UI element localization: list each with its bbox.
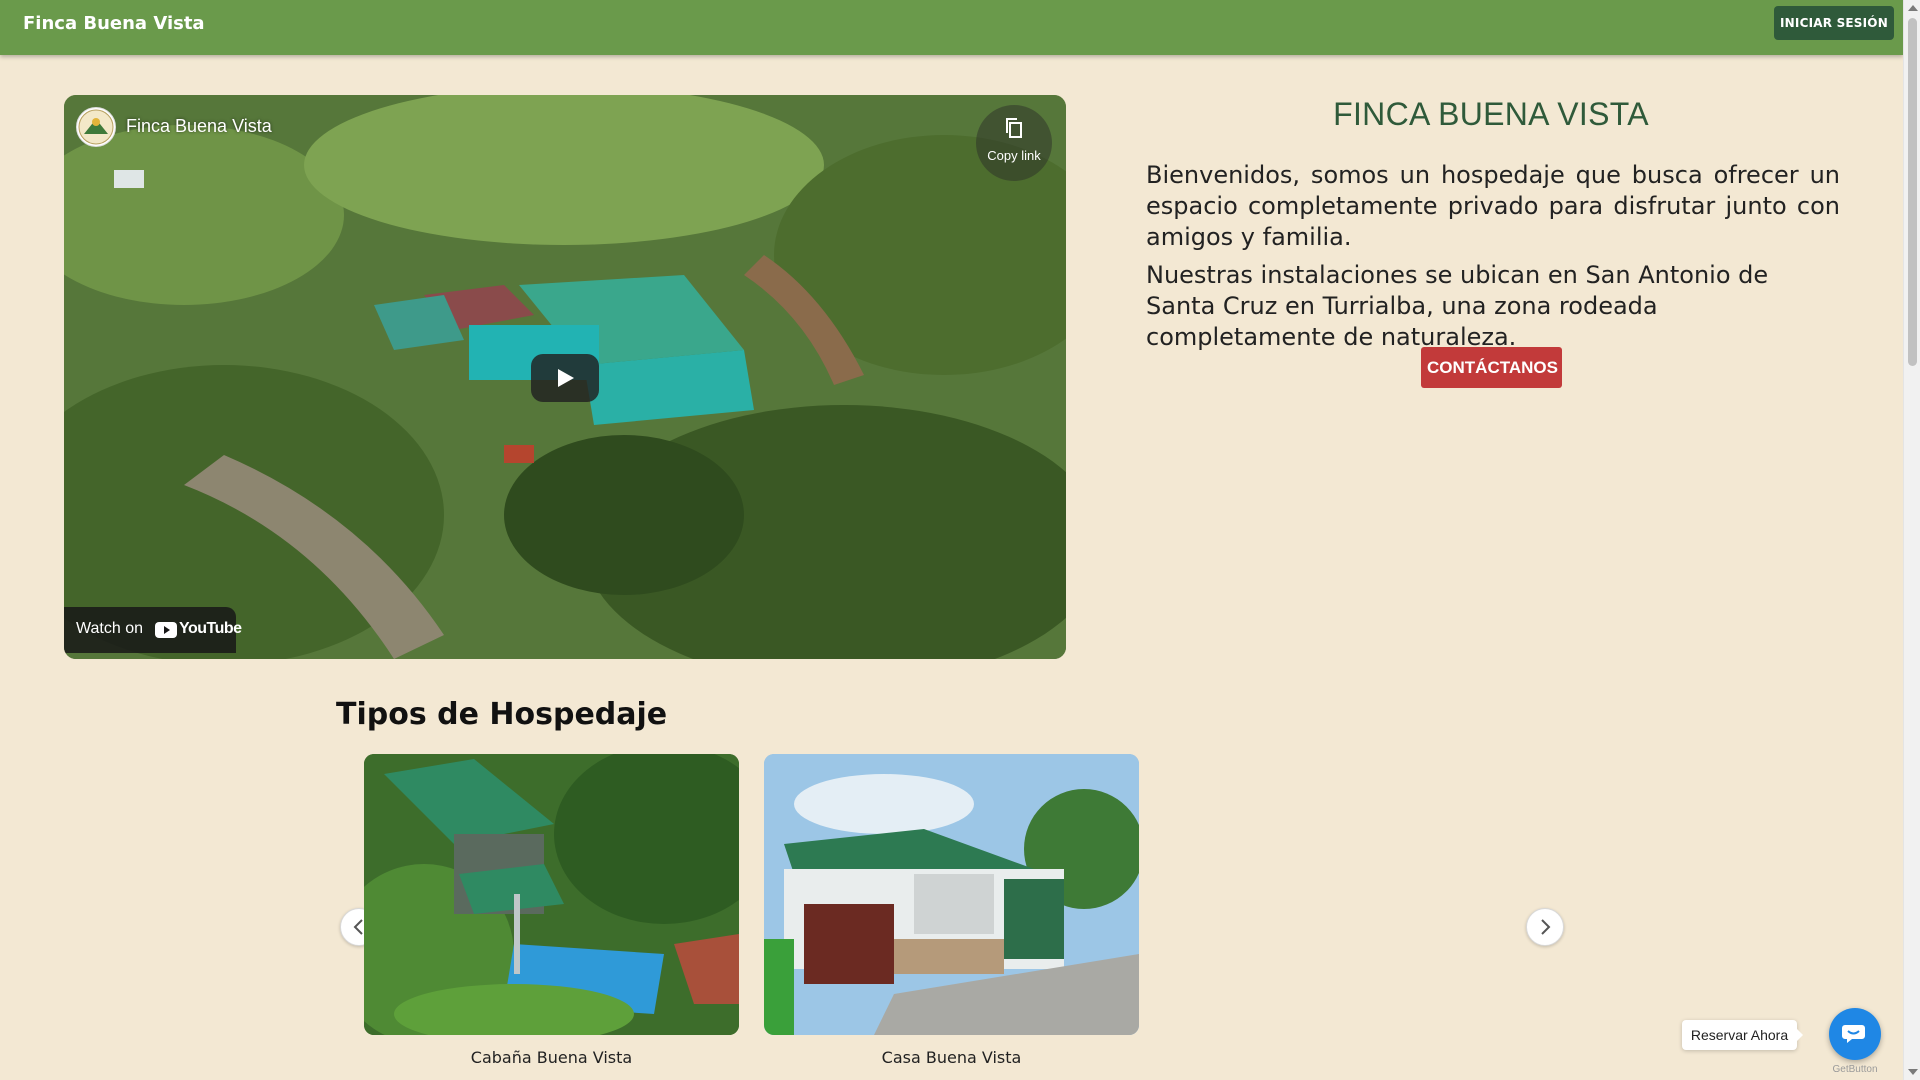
youtube-wordmark: YouTube bbox=[179, 620, 242, 637]
reserve-now-tooltip[interactable]: Reservar Ahora bbox=[1682, 1020, 1803, 1050]
location-paragraph: Nuestras instalaciones se ubican en San … bbox=[1146, 261, 1769, 351]
top-navbar: Finca Buena Vista INICIAR SESIÓN bbox=[0, 0, 1903, 55]
lodging-section-title: Tipos de Hospedaje bbox=[336, 697, 668, 732]
welcome-paragraph: Bienvenidos, somos un hospedaje que busc… bbox=[1146, 161, 1840, 251]
login-button[interactable]: INICIAR SESIÓN bbox=[1774, 6, 1894, 40]
channel-logo-icon[interactable] bbox=[76, 107, 116, 147]
carousel-next-button[interactable] bbox=[1526, 908, 1564, 946]
cabana-photo-image bbox=[364, 754, 739, 1035]
copy-icon bbox=[1006, 118, 1022, 138]
page-heading: FINCA BUENA VISTA bbox=[1333, 96, 1649, 132]
card-caption-casa: Casa Buena Vista bbox=[881, 1048, 1022, 1067]
chat-button[interactable] bbox=[1829, 1008, 1881, 1060]
copy-link-label: Copy link bbox=[987, 148, 1041, 163]
youtube-video-embed[interactable]: Finca Buena Vista Copy link Watch on You… bbox=[64, 95, 1066, 659]
copy-link-button[interactable]: Copy link bbox=[976, 105, 1052, 181]
page-scrollbar[interactable] bbox=[1903, 0, 1920, 1080]
scroll-down-arrow-icon[interactable] bbox=[1908, 1069, 1918, 1075]
video-title[interactable]: Finca Buena Vista bbox=[126, 116, 272, 137]
play-button[interactable] bbox=[531, 354, 599, 402]
contact-button[interactable]: CONTÁCTANOS bbox=[1421, 347, 1562, 388]
brand-link[interactable]: Finca Buena Vista bbox=[23, 13, 205, 34]
scroll-thumb[interactable] bbox=[1908, 18, 1917, 366]
chat-bubble-icon bbox=[1842, 1025, 1865, 1043]
watch-on-label: Watch on bbox=[76, 620, 143, 637]
lodging-card-cabana[interactable] bbox=[364, 754, 739, 1035]
watch-on-youtube-button[interactable]: Watch on YouTube bbox=[64, 607, 242, 653]
lodging-card-casa[interactable] bbox=[764, 754, 1139, 1035]
scroll-up-arrow-icon[interactable] bbox=[1908, 5, 1918, 11]
card-caption-cabana: Cabaña Buena Vista bbox=[470, 1048, 633, 1067]
play-icon bbox=[558, 369, 574, 387]
casa-photo-image bbox=[764, 754, 1139, 1035]
chevron-right-icon bbox=[1537, 918, 1553, 940]
youtube-logo-icon bbox=[155, 622, 177, 638]
getbutton-credit[interactable]: GetButton bbox=[1829, 1064, 1881, 1075]
